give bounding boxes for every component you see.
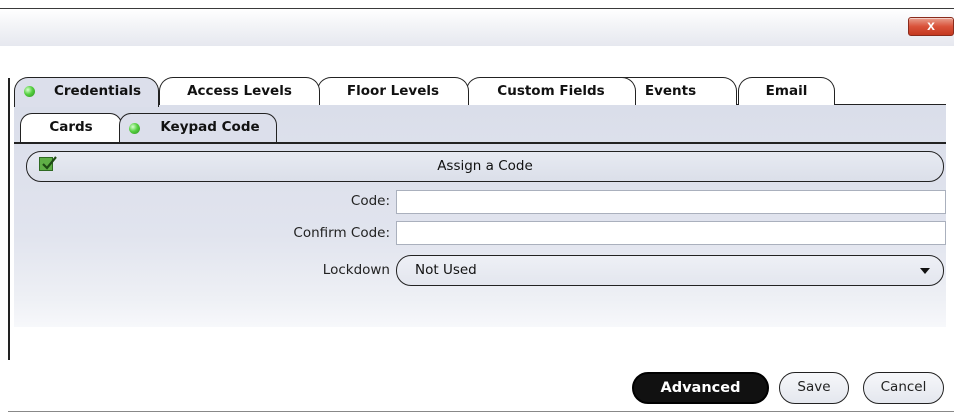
assign-code-toggle[interactable]: Assign a Code [26,151,944,182]
tab-credentials[interactable]: Credentials [14,77,159,107]
assign-code-label: Assign a Code [437,158,533,174]
sub-tab-divider [14,142,946,144]
tab-email[interactable]: Email [738,77,835,105]
close-button[interactable]: x [908,17,954,36]
tab-label: Access Levels [187,83,292,99]
tab-label: Email [765,83,808,99]
lockdown-label: Lockdown [322,262,390,278]
tab-access-levels[interactable]: Access Levels [159,77,320,105]
title-bar: x [0,8,954,46]
confirm-code-label: Confirm Code: [293,225,390,241]
advanced-button[interactable]: Advanced [632,372,769,404]
main-tab-bar: Events Email Custom Fields Floor Levels … [14,75,946,107]
lockdown-select[interactable]: Not Used [396,255,944,286]
tab-cards[interactable]: Cards [20,113,122,143]
tab-label: Events [644,83,697,99]
tab-label: Cards [49,119,93,135]
checkbox-checked-icon[interactable] [39,156,57,171]
tab-custom-fields[interactable]: Custom Fields [466,77,636,105]
left-border [8,78,10,360]
status-green-icon [129,123,140,134]
code-label: Code: [350,193,390,209]
save-button[interactable]: Save [779,372,849,404]
tab-label: Floor Levels [346,83,440,99]
code-field[interactable] [396,190,946,214]
tab-floor-levels[interactable]: Floor Levels [317,77,469,105]
tab-keypad-code[interactable]: Keypad Code [119,113,277,143]
close-icon: x [927,17,935,33]
lockdown-value: Not Used [415,262,477,278]
cancel-button[interactable]: Cancel [863,372,944,404]
footer-divider [8,411,954,412]
chevron-down-icon [920,268,930,274]
status-green-icon [24,86,35,97]
confirm-code-field[interactable] [396,221,946,245]
tab-label: Credentials [53,83,141,99]
tab-label: Keypad Code [160,119,260,135]
tab-label: Custom Fields [497,83,605,99]
